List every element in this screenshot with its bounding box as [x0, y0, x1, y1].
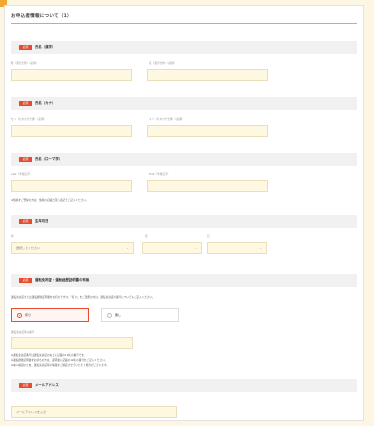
sei-kanji-label: 姓（漢字全角）（必須） [11, 62, 39, 65]
first-roman-input[interactable] [147, 180, 268, 192]
dob-day-select[interactable]: ⌄ [207, 242, 267, 254]
section-name-romaji: 必須 氏名（ローマ字） [11, 153, 357, 166]
last-roman-label: Last（半角英字） [11, 173, 32, 176]
radio-dot-icon [17, 312, 22, 318]
license-number-input[interactable] [11, 337, 133, 349]
dob-month-label: 月 [145, 235, 148, 238]
radio-dot-icon [107, 312, 112, 318]
section-title: 運転免許証・運転経歴証明書の有無 [35, 278, 90, 282]
title-underline [11, 23, 357, 24]
first-roman-label: First（半角英字） [149, 173, 171, 176]
chevron-down-icon: ⌄ [259, 246, 262, 250]
license-note: ※運転免許証番号は運転免許証の右上に記載の12桁の番号です。 [11, 354, 87, 357]
license-note: ※運転経歴証明書をお持ちの方は、証明書に記載の12桁の番号をご記入ください。 [11, 359, 108, 362]
license-note: ※本人確認のため、運転免許証等の情報をご確認させていただく場合がございます。 [11, 364, 109, 367]
dob-year-label: 年 [11, 235, 14, 238]
chevron-down-icon: ⌄ [126, 246, 129, 250]
section-title: 氏名（ローマ字） [35, 157, 63, 161]
dob-year-value: 選択してください [16, 246, 40, 250]
license-yes-label: 有り [25, 313, 32, 317]
chevron-down-icon: ⌄ [194, 246, 197, 250]
romaji-note: ※旅券をご登録の方は、旅券の記載と同じ表記でご記入ください。 [11, 199, 89, 202]
section-license: 必須 運転免許証・運転経歴証明書の有無 [11, 274, 357, 287]
mei-kana-input[interactable] [147, 125, 268, 137]
section-email: 必須 メールアドレス [11, 379, 357, 392]
email-input[interactable]: メールアドレスを入力 [11, 406, 177, 418]
sei-kanji-input[interactable] [11, 69, 132, 81]
license-question: 運転免許証または運転経歴証明書をお持ちですか。「有り」をご選択の方は、運転免許証… [11, 296, 155, 299]
required-badge: 必須 [19, 219, 32, 224]
mei-kanji-input[interactable] [147, 69, 268, 81]
license-number-label: 運転免許証等の番号 [11, 331, 35, 334]
section-name-kanji: 必須 氏名（漢字） [11, 41, 357, 54]
required-badge: 必須 [19, 383, 32, 388]
license-no-radio[interactable]: 無し [101, 308, 179, 322]
mei-kanji-label: 名（漢字全角）（必須） [149, 62, 177, 65]
section-title: 生年月日 [35, 219, 49, 223]
required-badge: 必須 [19, 157, 32, 162]
mei-kana-label: メイ（カタカナ全角）（必須） [149, 118, 185, 121]
page-title: お申込者情報について（1） [11, 14, 72, 19]
section-title: 氏名（漢字） [35, 45, 56, 49]
dob-year-select[interactable]: 選択してください ⌄ [11, 242, 134, 254]
sei-kana-input[interactable] [11, 125, 132, 137]
required-badge: 必須 [19, 278, 32, 283]
license-yes-radio[interactable]: 有り [11, 308, 89, 322]
section-title: 氏名（カナ） [35, 101, 56, 105]
dob-month-select[interactable]: ⌄ [142, 242, 202, 254]
section-title: メールアドレス [35, 383, 59, 387]
section-dob: 必須 生年月日 [11, 215, 357, 228]
section-name-kana: 必須 氏名（カナ） [11, 97, 357, 110]
required-badge: 必須 [19, 101, 32, 106]
last-roman-input[interactable] [11, 180, 132, 192]
dob-day-label: 日 [207, 235, 210, 238]
license-no-label: 無し [115, 313, 122, 317]
applicant-form-card: お申込者情報について（1） 必須 氏名（漢字） 姓（漢字全角）（必須） 名（漢字… [4, 5, 364, 421]
required-badge: 必須 [19, 45, 32, 50]
sei-kana-label: セイ（カタカナ全角）（必須） [11, 118, 47, 121]
